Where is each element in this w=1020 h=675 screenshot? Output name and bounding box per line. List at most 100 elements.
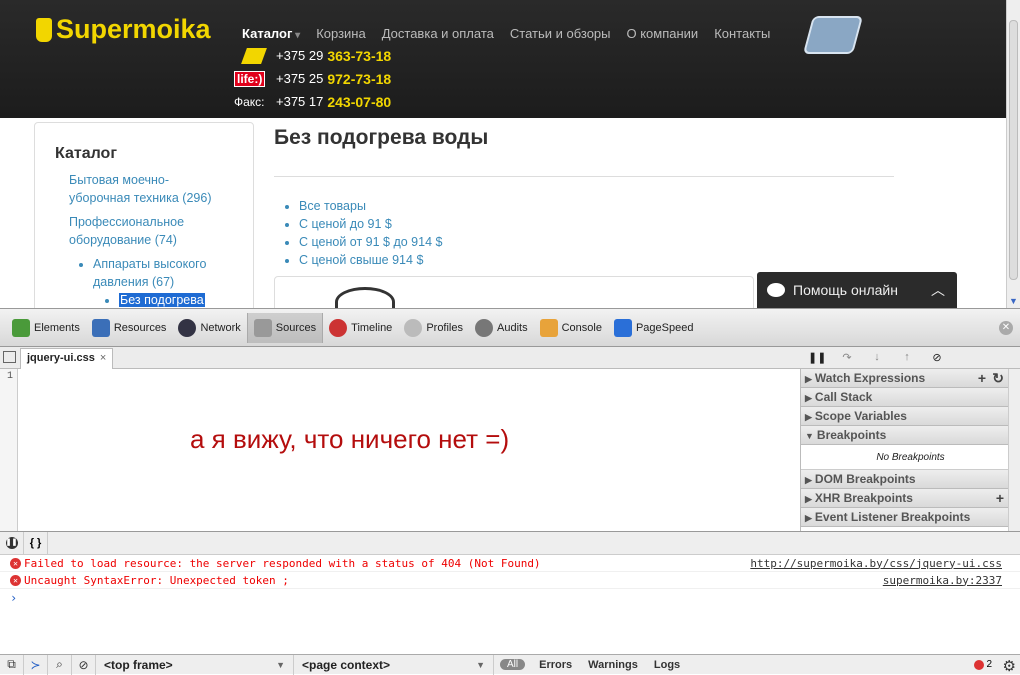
expand-triangle-icon: ▶ xyxy=(805,475,812,485)
no-breakpoints-text: No Breakpoints xyxy=(801,445,1020,470)
sidebar-scrollbar[interactable] xyxy=(1008,369,1020,531)
sidebar-title: Каталог xyxy=(55,145,117,162)
help-label: Помощь онлайн xyxy=(793,282,898,298)
panel-dom-breakpoints[interactable]: ▶ DOM Breakpoints xyxy=(801,470,1020,489)
catalog-sidebar: Каталог Бытовая моечно-уборочная техника… xyxy=(34,122,254,308)
tab-resources[interactable]: Resources xyxy=(86,313,173,343)
nav-articles[interactable]: Статьи и обзоры xyxy=(510,26,611,41)
frame-select[interactable]: <top frame> ▼ xyxy=(96,654,294,675)
line-gutter: 1 xyxy=(0,369,18,531)
pause-icon: ❚❚ xyxy=(5,537,18,549)
close-devtools-icon[interactable]: ✕ xyxy=(999,321,1013,335)
tab-elements[interactable]: Elements xyxy=(6,313,86,343)
collapse-triangle-icon: ▼ xyxy=(805,431,814,441)
deactivate-breakpoints-icon[interactable]: ⊘ xyxy=(928,351,946,365)
error-icon xyxy=(974,659,985,670)
price-filter-list: Все товары С ценой до 91 $ С ценой от 91… xyxy=(299,197,894,269)
console-toggle-icon[interactable]: ≻ xyxy=(24,654,48,675)
console-prompt[interactable]: › xyxy=(0,591,1020,605)
clear-console-icon[interactable]: ⊘ xyxy=(72,654,96,675)
error-source-link[interactable]: http://supermoika.by/css/jquery-ui.css xyxy=(750,557,1002,570)
error-source-link[interactable]: supermoika.by:2337 xyxy=(883,574,1002,587)
profiles-icon xyxy=(404,318,423,337)
tab-console[interactable]: Console xyxy=(534,313,608,343)
panel-label: Watch Expressions xyxy=(814,371,926,385)
nav-cart[interactable]: Корзина xyxy=(316,26,366,41)
console-messages: ✕ Failed to load resource: the server res… xyxy=(0,555,1020,655)
sidebar-item-professional[interactable]: Профессиональное оборудование (74) xyxy=(69,213,219,249)
tab-label: Profiles xyxy=(426,321,463,334)
site-scrollbar[interactable]: ▼ xyxy=(1006,0,1020,308)
close-tab-icon[interactable]: × xyxy=(100,352,106,364)
step-into-icon[interactable]: ↓ xyxy=(868,351,886,365)
filter-91-914[interactable]: С ценой от 91 $ до 914 $ xyxy=(299,233,894,251)
website-viewport: Supermoika Каталог Корзина Доставка и оп… xyxy=(0,0,1020,308)
tab-pagespeed[interactable]: PageSpeed xyxy=(608,313,700,343)
product-card[interactable] xyxy=(274,276,754,308)
search-icon[interactable]: ⌕ xyxy=(48,654,72,675)
nav-contacts[interactable]: Контакты xyxy=(714,26,770,41)
pretty-print-button[interactable]: { } xyxy=(24,532,48,554)
tab-timeline[interactable]: Timeline xyxy=(323,313,398,343)
step-out-icon[interactable]: ↑ xyxy=(898,351,916,365)
tab-sources[interactable]: Sources xyxy=(246,312,324,343)
nav-catalog[interactable]: Каталог xyxy=(242,26,300,41)
tab-network[interactable]: Network xyxy=(172,313,246,343)
filter-under-91[interactable]: С ценой до 91 $ xyxy=(299,215,894,233)
panel-scope-variables[interactable]: ▶ Scope Variables xyxy=(801,407,1020,426)
step-over-icon[interactable]: ↷ xyxy=(838,351,856,365)
sidebar-item-high-pressure[interactable]: Аппараты высокого давления (67) xyxy=(93,255,223,291)
dock-icon[interactable]: ⧉ xyxy=(0,654,24,675)
panel-watch-expressions[interactable]: ▶ Watch Expressions + ↻ xyxy=(801,369,1020,388)
panel-call-stack[interactable]: ▶ Call Stack xyxy=(801,388,1020,407)
console-icon xyxy=(539,318,558,337)
elements-icon xyxy=(12,318,30,337)
panel-event-listener-breakpoints[interactable]: ▶ Event Listener Breakpoints xyxy=(801,508,1020,527)
error-icon: ✕ xyxy=(10,558,21,569)
tab-label: Audits xyxy=(497,321,528,334)
gear-icon[interactable]: ⚙ xyxy=(1003,657,1016,675)
sources-icon xyxy=(253,318,272,337)
audits-icon xyxy=(475,318,493,337)
pagespeed-icon xyxy=(613,318,632,337)
pause-on-exceptions-button[interactable]: ❚❚ xyxy=(0,532,24,554)
tab-audits[interactable]: Audits xyxy=(469,313,534,343)
telephone-icon xyxy=(802,16,864,54)
sources-tabbar: jquery-ui.css × ❚❚ ↷ ↓ ↑ ⊘ xyxy=(0,347,1020,369)
filter-warnings-button[interactable]: Warnings xyxy=(580,659,646,671)
selected-label: Без подогрева xyxy=(119,293,205,307)
filter-all[interactable]: Все товары xyxy=(299,197,894,215)
filter-all-button[interactable]: All xyxy=(500,659,526,670)
fax-label: Факс: xyxy=(234,94,265,109)
tab-profiles[interactable]: Profiles xyxy=(398,313,469,343)
add-icon[interactable]: + xyxy=(978,370,986,386)
file-tab[interactable]: jquery-ui.css × xyxy=(20,348,114,369)
online-help-widget[interactable]: Помощь онлайн ︿ xyxy=(757,272,957,308)
phone-list: +375 29 363-73-18 life:) +375 25 972-73-18 … xyxy=(234,44,391,113)
scroll-thumb[interactable] xyxy=(1009,20,1018,280)
error-icon: ✕ xyxy=(10,575,21,586)
context-select[interactable]: <page context> ▼ xyxy=(294,654,494,675)
nav-about[interactable]: О компании xyxy=(627,26,699,41)
pause-icon[interactable]: ❚❚ xyxy=(808,351,826,365)
filter-over-914[interactable]: С ценой свыше 914 $ xyxy=(299,251,894,269)
nav-delivery[interactable]: Доставка и оплата xyxy=(382,26,494,41)
panel-label: DOM Breakpoints xyxy=(814,472,916,486)
filter-logs-button[interactable]: Logs xyxy=(646,659,688,671)
code-editor[interactable]: 1 а я вижу, что ничего нет =) xyxy=(0,369,798,531)
add-icon[interactable]: + xyxy=(996,490,1004,506)
sidebar-item-no-heating[interactable]: Без подогрева xyxy=(119,291,233,308)
tab-label: Resources xyxy=(113,321,167,334)
phone-fax: Факс: +375 17 243-07-80 xyxy=(234,90,391,113)
toggle-navigator-icon[interactable] xyxy=(3,351,16,363)
filter-errors-button[interactable]: Errors xyxy=(531,659,580,671)
life-logo-icon: life:) xyxy=(234,70,276,87)
refresh-icon[interactable]: ↻ xyxy=(992,370,1004,387)
panel-breakpoints[interactable]: ▼ Breakpoints xyxy=(801,426,1020,445)
sidebar-item-household[interactable]: Бытовая моечно-уборочная техника (296) xyxy=(69,171,219,207)
scroll-down-arrow-icon[interactable]: ▼ xyxy=(1009,296,1018,306)
panel-xhr-breakpoints[interactable]: ▶ XHR Breakpoints + xyxy=(801,489,1020,508)
chevron-up-icon[interactable]: ︿ xyxy=(931,280,945,300)
error-count-badge[interactable]: 2 xyxy=(974,659,992,670)
site-logo[interactable]: Supermoika xyxy=(36,14,211,45)
